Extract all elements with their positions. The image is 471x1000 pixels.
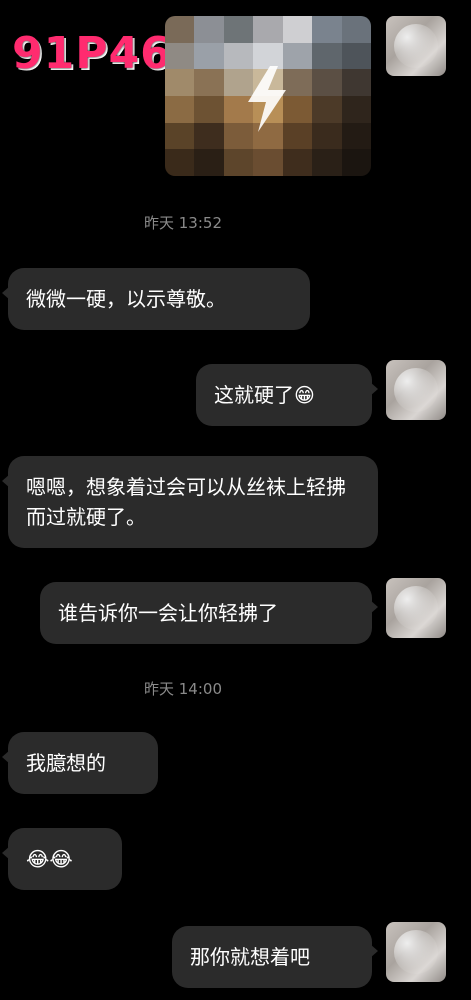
message-text: 我臆想的 xyxy=(26,751,106,775)
media-thumbnail[interactable] xyxy=(165,16,371,176)
self-avatar[interactable] xyxy=(386,16,446,76)
message-text: 微微一硬，以示尊敬。 xyxy=(26,287,226,311)
message-text: 谁告诉你一会让你轻拂了 xyxy=(58,601,278,625)
message-text: 😂😂 xyxy=(26,847,73,871)
self-avatar[interactable] xyxy=(386,922,446,982)
self-avatar[interactable] xyxy=(386,578,446,638)
message-bubble[interactable]: 谁告诉你一会让你轻拂了 xyxy=(40,582,378,644)
message-bubble[interactable]: 这就硬了😁 xyxy=(196,364,378,426)
message-text: 那你就想着吧 xyxy=(190,945,310,969)
message-bubble[interactable]: 微微一硬，以示尊敬。 xyxy=(2,268,310,330)
message-text: 嗯嗯，想象着过会可以从丝袜上轻拂而过就硬了。 xyxy=(26,475,346,529)
message-bubble[interactable]: 😂😂 xyxy=(2,828,122,890)
timestamp: 昨天 14:00 xyxy=(144,680,222,698)
timestamp: 昨天 13:52 xyxy=(144,214,222,232)
message-bubble[interactable]: 嗯嗯，想象着过会可以从丝袜上轻拂而过就硬了。 xyxy=(2,456,378,548)
self-avatar[interactable] xyxy=(386,360,446,420)
lightning-icon xyxy=(248,66,286,132)
message-bubble[interactable]: 那你就想着吧 xyxy=(172,926,378,988)
message-bubble[interactable]: 我臆想的 xyxy=(2,732,158,794)
message-text: 这就硬了😁 xyxy=(214,383,315,407)
